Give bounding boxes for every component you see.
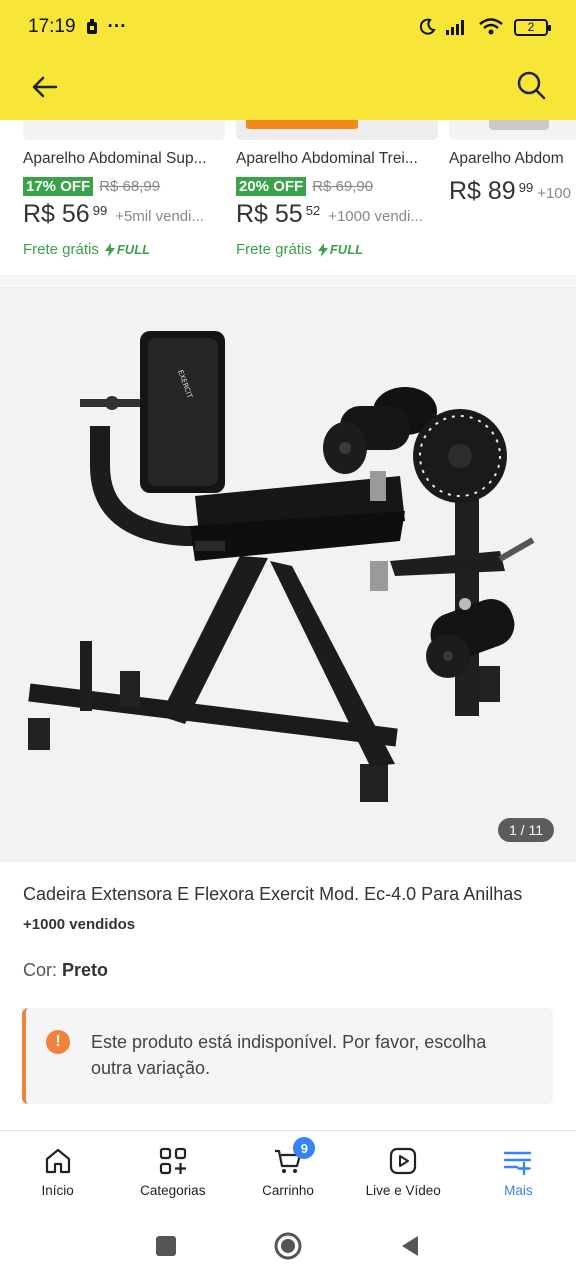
- product-gallery[interactable]: EXERCIT 1 / 11: [0, 286, 576, 862]
- free-shipping: Frete grátis: [236, 241, 312, 258]
- bottom-tab-bar: Início Categorias 9 Carrinho Live e Víde…: [0, 1131, 576, 1211]
- bolt-icon: [317, 242, 328, 257]
- home-icon: [45, 1148, 70, 1174]
- section-divider: [0, 275, 576, 285]
- price-cents: 99: [92, 203, 108, 218]
- notification-icon: [86, 19, 97, 34]
- recommendations-carousel[interactable]: Aparelho Abdominal Sup... 17% OFF R$ 68,…: [0, 120, 576, 286]
- free-shipping: Frete grátis: [23, 241, 99, 258]
- product-card-title: Aparelho Abdominal Sup...: [23, 150, 207, 167]
- price: R$ 55: [236, 200, 303, 228]
- unavailable-alert: ! Este produto está indisponível. Por fa…: [22, 1008, 553, 1104]
- signal-icon: [446, 20, 464, 35]
- system-navigation: [0, 1212, 576, 1280]
- tab-carrinho[interactable]: 9 Carrinho: [230, 1131, 345, 1211]
- status-more: ···: [107, 16, 127, 37]
- color-label: Cor:: [23, 960, 58, 980]
- image-counter: 1 / 11: [498, 818, 554, 842]
- arrow-left-icon[interactable]: [28, 70, 62, 104]
- full-label: FULL: [116, 242, 151, 257]
- product-thumbnail: [236, 120, 438, 140]
- sold-count: +5mil vendi...: [115, 208, 204, 225]
- color-value: Preto: [62, 960, 109, 980]
- play-icon: [390, 1147, 417, 1175]
- product-thumbnail: [23, 120, 225, 140]
- sold-count: +1000 vendi...: [328, 208, 423, 225]
- warning-icon: !: [46, 1030, 70, 1054]
- bolt-icon: [104, 242, 115, 257]
- full-label: FULL: [329, 242, 364, 257]
- categories-icon: [159, 1147, 186, 1175]
- tab-label: Live e Vídeo: [365, 1183, 441, 1198]
- product-sold-count: +1000 vendidos: [23, 916, 136, 933]
- moon-icon: [419, 18, 436, 35]
- price-cents: 52: [305, 203, 321, 218]
- tab-categorias[interactable]: Categorias: [115, 1131, 230, 1211]
- product-card[interactable]: Aparelho Abdom R$ 89 99 +100: [449, 120, 576, 286]
- home-button-icon[interactable]: [273, 1231, 303, 1261]
- battery-icon: 2: [514, 18, 551, 36]
- tab-label: Início: [41, 1183, 74, 1198]
- tab-label: Mais: [504, 1183, 533, 1198]
- wifi-icon: [479, 18, 503, 35]
- search-icon[interactable]: [514, 68, 548, 102]
- menu-plus-icon: [504, 1151, 532, 1176]
- tab-label: Carrinho: [262, 1183, 314, 1198]
- alert-text: Este produto está indisponível. Por favo…: [91, 1032, 487, 1078]
- product-title: Cadeira Extensora E Flexora Exercit Mod.…: [23, 884, 523, 904]
- top-nav: [0, 56, 576, 116]
- status-time: 17:19: [28, 16, 76, 37]
- sold-count: +100: [537, 185, 571, 202]
- tab-label: Categorias: [140, 1183, 206, 1198]
- price-cents: 99: [518, 180, 534, 195]
- discount-badge: 20% OFF: [236, 177, 307, 196]
- product-card[interactable]: Aparelho Abdominal Trei... 20% OFF R$ 69…: [236, 120, 441, 286]
- product-thumbnail: [449, 120, 576, 140]
- status-bar: 17:19 ··· 2: [0, 0, 576, 54]
- product-card[interactable]: Aparelho Abdominal Sup... 17% OFF R$ 68,…: [23, 120, 228, 286]
- product-card-title: Aparelho Abdom: [449, 150, 564, 167]
- tab-mais[interactable]: Mais: [461, 1131, 576, 1211]
- price: R$ 56: [23, 200, 90, 228]
- tab-inicio[interactable]: Início: [0, 1131, 115, 1211]
- cart-badge: 9: [293, 1137, 316, 1159]
- recents-icon[interactable]: [154, 1234, 178, 1258]
- old-price: R$ 69,90: [312, 178, 374, 195]
- back-button-icon[interactable]: [398, 1234, 422, 1258]
- product-image: EXERCIT: [28, 331, 535, 802]
- old-price: R$ 68,99: [99, 178, 161, 195]
- price: R$ 89: [449, 177, 516, 205]
- product-card-title: Aparelho Abdominal Trei...: [236, 150, 418, 167]
- tab-live-video[interactable]: Live e Vídeo: [346, 1131, 461, 1211]
- discount-badge: 17% OFF: [23, 177, 94, 196]
- color-selector[interactable]: Cor: Preto: [23, 960, 108, 981]
